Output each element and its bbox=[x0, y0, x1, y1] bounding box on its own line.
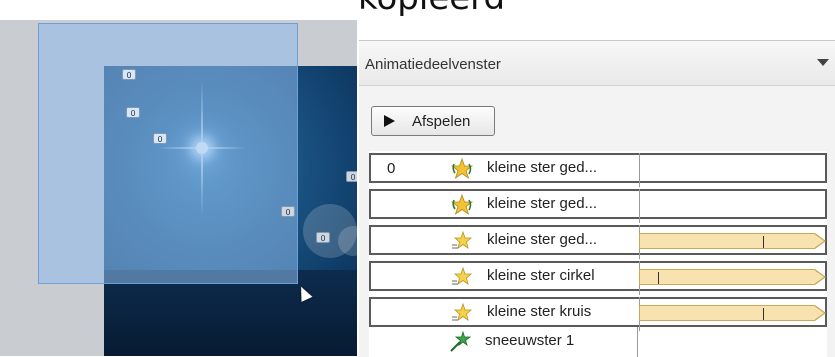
timeline-divider bbox=[639, 153, 640, 187]
animation-pane: Animatiedeelvenster Afspelen 0 kleine st… bbox=[359, 40, 835, 357]
animation-item[interactable]: kleine ster ged... bbox=[369, 189, 827, 223]
play-icon bbox=[384, 115, 395, 127]
motion-star-icon bbox=[452, 302, 473, 321]
pane-title: Animatiedeelvenster bbox=[365, 56, 501, 73]
animation-item[interactable]: kleine ster kruis bbox=[369, 297, 827, 331]
animation-tag[interactable]: 0 bbox=[346, 171, 357, 182]
play-button[interactable]: Afspelen bbox=[371, 106, 495, 136]
animation-label: sneeuwster 1 bbox=[485, 332, 575, 349]
animation-tag[interactable]: 0 bbox=[153, 133, 167, 144]
animation-label: kleine ster kruis bbox=[487, 303, 592, 320]
animation-tag[interactable]: 0 bbox=[122, 69, 136, 80]
animation-tag[interactable]: 0 bbox=[316, 232, 330, 243]
animation-item[interactable]: 0 kleine ster ged... bbox=[369, 153, 827, 187]
animation-label: kleine ster ged... bbox=[487, 195, 598, 212]
animation-item[interactable]: kleine ster ged... bbox=[369, 225, 827, 259]
timeline-marker bbox=[763, 236, 765, 248]
animation-label: kleine ster ged... bbox=[487, 159, 598, 176]
motion-star-icon bbox=[452, 230, 473, 249]
animation-label: kleine ster ged... bbox=[487, 231, 598, 248]
timeline-bar[interactable] bbox=[639, 269, 826, 285]
animation-number: 0 bbox=[387, 160, 396, 177]
animation-tag[interactable]: 0 bbox=[126, 107, 140, 118]
animation-item[interactable]: kleine ster cirkel bbox=[369, 261, 827, 295]
timeline-marker bbox=[763, 308, 765, 320]
selection-rectangle[interactable] bbox=[38, 23, 298, 284]
timeline-divider bbox=[637, 327, 638, 357]
animation-list: 0 kleine ster ged... kleine ster ged... bbox=[369, 151, 827, 357]
entrance-star-icon bbox=[450, 331, 471, 352]
slide-editor[interactable]: 0 0 0 0 0 0 bbox=[0, 0, 357, 356]
chevron-down-icon[interactable] bbox=[817, 59, 829, 66]
timeline-marker bbox=[657, 272, 659, 284]
pane-header: Animatiedeelvenster bbox=[359, 41, 835, 86]
animation-label: kleine ster cirkel bbox=[487, 267, 595, 284]
spin-star-icon bbox=[451, 194, 473, 216]
timeline-bar[interactable] bbox=[639, 305, 826, 321]
timeline-bar[interactable] bbox=[639, 233, 826, 249]
editor-top-band bbox=[0, 0, 357, 20]
animation-tag[interactable]: 0 bbox=[281, 206, 295, 217]
animation-item[interactable]: sneeuwster 1 bbox=[369, 327, 827, 357]
play-button-label: Afspelen bbox=[412, 113, 471, 130]
motion-star-icon bbox=[452, 266, 473, 285]
timeline-divider bbox=[639, 189, 640, 223]
spin-star-icon bbox=[451, 158, 473, 180]
